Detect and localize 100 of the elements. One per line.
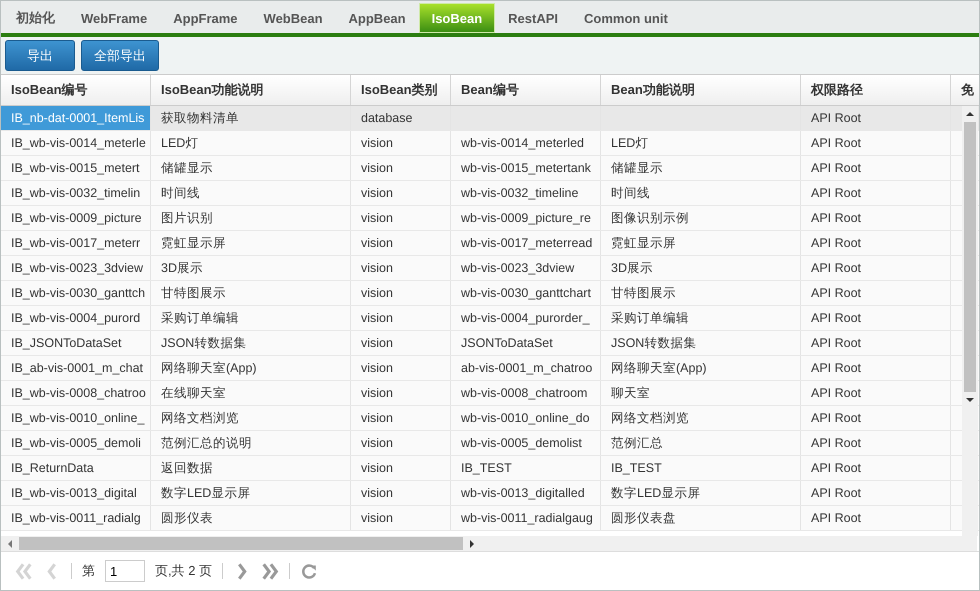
table-cell: 采购订单编辑 xyxy=(611,311,689,325)
table-cell: 范例汇总的说明 xyxy=(161,436,252,450)
table-row[interactable]: IB_wb-vis-0032_timelin 时间线 vision wb-vis-0032_timeline 时间线 API Root xyxy=(1,181,979,206)
table-cell: 网络文档浏览 xyxy=(611,411,689,425)
vertical-scrollbar[interactable] xyxy=(962,106,978,536)
table-row[interactable]: IB_wb-vis-0015_metert 储罐显示 vision wb-vis-0015_metertank 储罐显示 API Root xyxy=(1,156,979,181)
page-count: 页,共 2 页 xyxy=(155,562,212,580)
page-input[interactable]: 1 xyxy=(105,560,145,582)
table-row[interactable]: IB_wb-vis-0005_demoli 范例汇总的说明 vision wb-vis-0005_demolist 范例汇总 API Root xyxy=(1,431,979,456)
table-cell: IB_wb-vis-0008_chatroo xyxy=(11,386,146,400)
last-page-icon[interactable] xyxy=(261,562,280,580)
table-row[interactable]: IB_wb-vis-0008_chatroo 在线聊天室 vision wb-vis-0008_chatroom 聊天室 API Root xyxy=(1,381,979,406)
table-cell: wb-vis-0032_timeline xyxy=(461,186,578,200)
horizontal-scrollbar[interactable] xyxy=(1,536,977,551)
table-row[interactable]: IB_wb-vis-0030_ganttch 甘特图展示 vision wb-vis-0030_ganttchart 甘特图展示 API Root xyxy=(1,281,979,306)
up-arrow-icon[interactable] xyxy=(966,111,974,117)
table-cell: IB_JSONToDataSet xyxy=(11,336,122,350)
right-arrow-icon[interactable] xyxy=(469,540,475,548)
table-row[interactable]: IB_nb-dat-0001_ItemLis 获取物料清单 database API Root xyxy=(1,106,979,131)
table-cell: API Root xyxy=(811,136,862,150)
table-cell: 采购订单编辑 xyxy=(161,311,239,325)
export-button[interactable]: 导出 xyxy=(5,40,75,71)
table-cell: JSON转数据集 xyxy=(161,336,246,350)
table-cell: IB_TEST xyxy=(611,461,662,475)
table-cell: 在线聊天室 xyxy=(161,386,226,400)
column-header[interactable]: Bean功能说明 xyxy=(601,75,801,105)
tab[interactable]: WebFrame xyxy=(68,3,160,33)
table-row[interactable]: IB_wb-vis-0023_3dview 3D展示 vision wb-vis-0023_3dview 3D展示 API Root xyxy=(1,256,979,281)
table-cell: API Root xyxy=(811,286,862,300)
table-cell: IB_nb-dat-0001_ItemLis xyxy=(11,111,144,125)
down-arrow-icon[interactable] xyxy=(966,397,974,403)
table-cell: 数字LED显示屏 xyxy=(611,486,700,500)
tab[interactable]: 初始化 xyxy=(3,3,68,33)
table-row[interactable]: IB_wb-vis-0014_meterle LED灯 vision wb-vis-0014_meterled LED灯 API Root xyxy=(1,131,979,156)
export-button[interactable]: 全部导出 xyxy=(81,40,159,71)
table-row[interactable]: IB_wb-vis-0013_digital 数字LED显示屏 vision wb-vis-0013_digitalled 数字LED显示屏 API Root xyxy=(1,481,979,506)
column-header[interactable]: IsoBean编号 xyxy=(1,75,151,105)
table-cell: vision xyxy=(361,361,393,375)
table-row[interactable]: IB_ab-vis-0001_m_chat 网络聊天室(App) vision ab-vis-0001_m_chatroo 网络聊天室(App) API Root xyxy=(1,356,979,381)
table-cell: vision xyxy=(361,461,393,475)
table-cell: IB_wb-vis-0005_demoli xyxy=(11,436,141,450)
table-cell: API Root xyxy=(811,161,862,175)
table-cell: API Root xyxy=(811,111,862,125)
table-cell: vision xyxy=(361,136,393,150)
column-header[interactable]: IsoBean功能说明 xyxy=(151,75,351,105)
table-row[interactable]: IB_JSONToDataSet JSON转数据集 vision JSONToDataSet JSON转数据集 API Root xyxy=(1,331,979,356)
tab[interactable]: AppFrame xyxy=(160,3,251,33)
table-cell: IB_ab-vis-0001_m_chat xyxy=(11,361,144,375)
table-cell: vision xyxy=(361,336,393,350)
table-cell: database xyxy=(361,111,412,125)
table-cell: 聊天室 xyxy=(611,386,650,400)
table-cell: 甘特图展示 xyxy=(611,286,676,300)
tab[interactable]: RestAPI xyxy=(495,3,572,33)
table-row[interactable]: IB_wb-vis-0009_picture 图片识别 vision wb-vis-0009_picture_re 图像识别示例 API Root xyxy=(1,206,979,231)
table-row[interactable]: IB_wb-vis-0004_purord 采购订单编辑 vision wb-vis-0004_purorder_ 采购订单编辑 API Root xyxy=(1,306,979,331)
table-cell: API Root xyxy=(811,511,862,525)
table-cell: IB_wb-vis-0014_meterle xyxy=(11,136,146,150)
table-cell: wb-vis-0015_metertank xyxy=(461,161,591,175)
table-cell: API Root xyxy=(811,386,862,400)
table-cell: JSONToDataSet xyxy=(461,336,553,350)
page-label: 第 xyxy=(82,562,95,580)
table-cell: 图像识别示例 xyxy=(611,211,689,225)
column-header[interactable]: 权限路径 xyxy=(801,75,951,105)
table-cell: API Root xyxy=(811,311,862,325)
table-cell: vision xyxy=(361,236,393,250)
table-cell: 网络聊天室(App) xyxy=(611,361,707,375)
column-header[interactable]: Bean编号 xyxy=(451,75,601,105)
table-cell: API Root xyxy=(811,486,862,500)
table-cell: LED灯 xyxy=(611,136,648,150)
table-cell: 圆形仪表 xyxy=(161,511,213,525)
table-cell: vision xyxy=(361,486,393,500)
refresh-icon[interactable] xyxy=(300,562,318,580)
table-row[interactable]: IB_wb-vis-0011_radialg 圆形仪表 vision wb-vis-0011_radialgaug 圆形仪表盘 API Root xyxy=(1,506,979,531)
table-cell: JSON转数据集 xyxy=(611,336,696,350)
table-cell: 储罐显示 xyxy=(161,161,213,175)
table-row[interactable]: IB_wb-vis-0010_online_ 网络文档浏览 vision wb-vis-0010_online_do 网络文档浏览 API Root xyxy=(1,406,979,431)
table-cell: IB_wb-vis-0023_3dview xyxy=(11,261,144,275)
table-cell: ab-vis-0001_m_chatroo xyxy=(461,361,592,375)
table-cell: API Root xyxy=(811,361,862,375)
table-cell: IB_ReturnData xyxy=(11,461,94,475)
table-cell: vision xyxy=(361,186,393,200)
tab[interactable]: Common unit xyxy=(571,3,681,33)
table-row[interactable]: IB_wb-vis-0017_meterr 霓虹显示屏 vision wb-vis-0017_meterread 霓虹显示屏 API Root xyxy=(1,231,979,256)
table-cell: vision xyxy=(361,386,393,400)
column-header[interactable]: IsoBean类别 xyxy=(351,75,451,105)
left-arrow-icon[interactable] xyxy=(7,540,13,548)
table-cell: 3D展示 xyxy=(611,261,653,275)
table-row[interactable]: IB_ReturnData 返回数据 vision IB_TEST IB_TEST API Root xyxy=(1,456,979,481)
table-cell: API Root xyxy=(811,336,862,350)
table-cell: 3D展示 xyxy=(161,261,203,275)
table-cell: wb-vis-0008_chatroom xyxy=(461,386,588,400)
tab[interactable]: AppBean xyxy=(336,3,419,33)
table-cell: IB_wb-vis-0015_metert xyxy=(11,161,140,175)
table-cell: wb-vis-0030_ganttchart xyxy=(461,286,591,300)
tab[interactable]: WebBean xyxy=(250,3,336,33)
table-cell: wb-vis-0023_3dview xyxy=(461,261,574,275)
table-cell: wb-vis-0010_online_do xyxy=(461,411,590,425)
table-cell: IB_wb-vis-0010_online_ xyxy=(11,411,144,425)
table-cell: API Root xyxy=(811,411,862,425)
column-header[interactable]: 免 xyxy=(951,75,979,105)
